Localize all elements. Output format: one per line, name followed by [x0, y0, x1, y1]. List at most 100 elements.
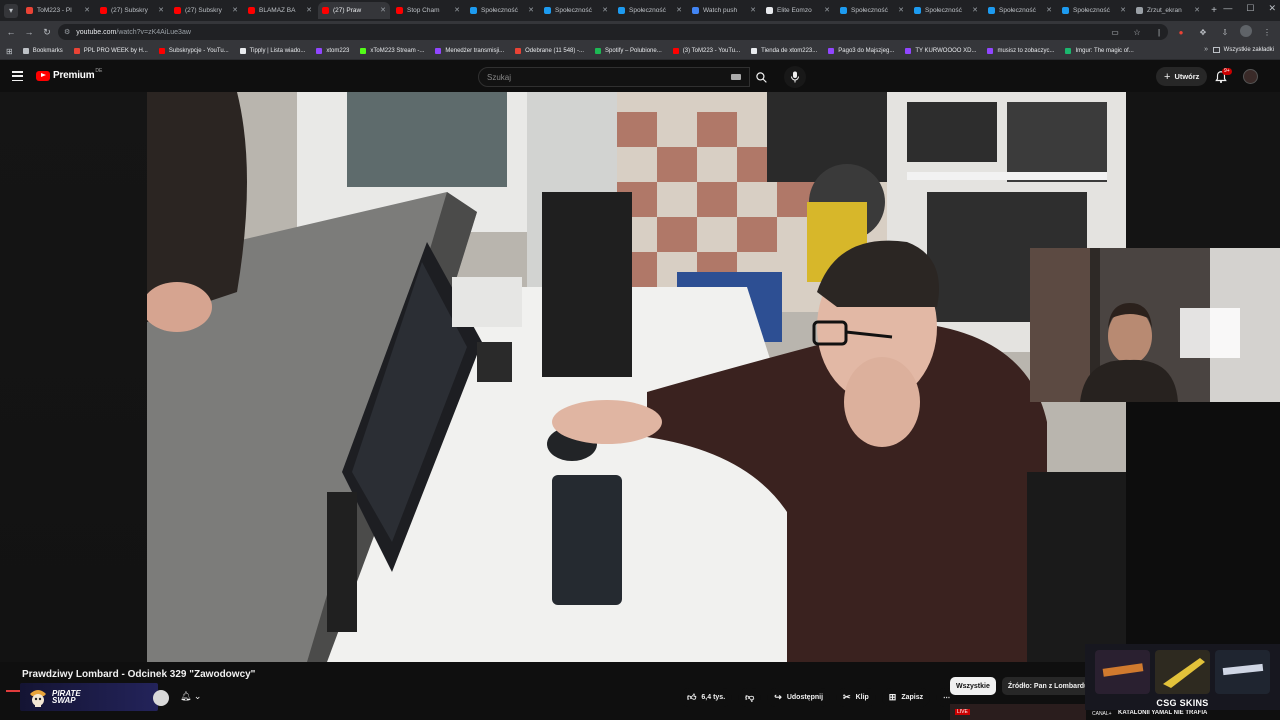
tab-close-icon[interactable]: ✕ — [750, 6, 756, 14]
bookmark-item[interactable]: xtom223 — [316, 48, 349, 54]
bookmark-item[interactable]: Menedżer transmisji... — [435, 48, 504, 54]
account-avatar[interactable] — [1243, 69, 1258, 84]
like-button[interactable]: 👍︎ 6,4 tys. — [680, 688, 733, 707]
browser-tab[interactable]: Społeczność ✕ — [1058, 2, 1130, 19]
bookmark-item[interactable]: (3) ToM223 - YouTu... — [672, 48, 740, 54]
close-window-icon[interactable]: ✕ — [1268, 3, 1276, 14]
forward-icon[interactable]: → — [20, 23, 38, 41]
tab-close-icon[interactable]: ✕ — [824, 6, 830, 14]
tab-close-icon[interactable]: ✕ — [676, 6, 682, 14]
bookmark-item[interactable]: Bookmarks — [22, 48, 63, 54]
keyboard-icon[interactable] — [731, 74, 741, 80]
bookmark-item[interactable]: TY KURWOOOO XD... — [905, 48, 976, 54]
save-label: Zapisz — [901, 694, 924, 701]
browser-tab[interactable]: Społeczność ✕ — [466, 2, 538, 19]
ambient-left — [0, 92, 147, 662]
browser-tab[interactable]: Watch push ✕ — [688, 2, 760, 19]
dislike-button[interactable]: 👎︎ — [738, 688, 762, 707]
browser-tab[interactable]: (27) Subskry ✕ — [96, 2, 168, 19]
site-info-icon[interactable]: ⚙ — [64, 28, 70, 36]
tab-close-icon[interactable]: ✕ — [898, 6, 904, 14]
tab-close-icon[interactable]: ✕ — [306, 6, 312, 14]
search-button[interactable] — [748, 67, 774, 87]
bookmark-item[interactable]: Subskrypcje - YouTu... — [158, 48, 229, 54]
pirate-skull-icon — [30, 690, 46, 707]
live-badge: LIVE — [955, 709, 970, 715]
tab-close-icon[interactable]: ✕ — [84, 6, 90, 14]
bookmark-item[interactable]: Imgur: The magic of... — [1065, 48, 1134, 54]
browser-tab[interactable]: ToM223 - Pl ✕ — [22, 2, 94, 19]
search-icon — [755, 71, 767, 83]
all-bookmarks-link[interactable]: Wszystkie zakładki — [1212, 47, 1274, 53]
bookmark-item[interactable]: Tipply | Lista wiado... — [239, 48, 305, 54]
youtube-play-icon — [36, 70, 50, 81]
tab-close-icon[interactable]: ✕ — [454, 6, 460, 14]
bookmark-item[interactable]: xToM223 Stream -... — [360, 48, 424, 54]
bookmark-star-icon[interactable]: ☆ — [1130, 25, 1144, 39]
browser-tab[interactable]: Zrzut_ekran ✕ — [1132, 2, 1204, 19]
cast-icon[interactable]: ▭ — [1108, 25, 1122, 39]
playlist-add-icon: ⊞ — [888, 692, 897, 702]
voice-search-button[interactable] — [784, 66, 806, 88]
bookmark-item[interactable]: Tienda de xtom223... — [751, 48, 817, 54]
bookmarks-overflow-icon[interactable]: » — [1204, 46, 1208, 53]
guide-menu-icon[interactable] — [12, 71, 23, 81]
bookmark-favicon-icon — [905, 48, 912, 54]
save-button[interactable]: ⊞ Zapisz — [881, 688, 931, 707]
related-video-title[interactable]: KATALONII YAMAL NIE TRAFIA — [1118, 710, 1207, 716]
bookmark-item[interactable]: Odebrane (11 548) -... — [515, 48, 584, 54]
new-tab-icon[interactable]: + — [1208, 5, 1220, 17]
search-input[interactable]: Szukaj — [478, 67, 750, 87]
browser-tab[interactable]: Stop Cham ✕ — [392, 2, 464, 19]
reload-icon[interactable]: ↻ — [38, 23, 56, 41]
tab-close-icon[interactable]: ✕ — [232, 6, 238, 14]
browser-tab[interactable]: (27) Subskry ✕ — [170, 2, 242, 19]
extensions-icon[interactable]: ✥ — [1196, 25, 1210, 39]
maximize-icon[interactable]: ☐ — [1246, 3, 1254, 14]
back-icon[interactable]: ← — [2, 23, 20, 41]
browser-menu-icon[interactable]: ⋮ — [1260, 25, 1274, 39]
tab-close-icon[interactable]: ✕ — [380, 6, 386, 14]
subscription-bell-icon[interactable]: 🔔︎ ⌄ — [180, 691, 201, 702]
browser-tab[interactable]: Społeczność ✕ — [836, 2, 908, 19]
tab-close-icon[interactable]: ✕ — [1046, 6, 1052, 14]
tab-close-icon[interactable]: ✕ — [528, 6, 534, 14]
browser-tab[interactable]: Społeczność ✕ — [910, 2, 982, 19]
profile-avatar[interactable] — [1240, 25, 1252, 37]
filter-chip[interactable]: Wszystkie — [950, 677, 996, 695]
filter-chip[interactable]: Źródło: Pan z Lombardu — [1001, 677, 1095, 695]
create-button[interactable]: + Utwórz — [1156, 67, 1208, 86]
related-video-thumbnail[interactable] — [950, 704, 1086, 720]
bookmark-item[interactable]: Spotify – Polubione... — [595, 48, 662, 54]
minimize-icon[interactable]: — — [1223, 3, 1232, 14]
browser-tab[interactable]: BLAMAZ BA ✕ — [244, 2, 316, 19]
tab-close-icon[interactable]: ✕ — [158, 6, 164, 14]
tab-close-icon[interactable]: ✕ — [1194, 6, 1200, 14]
clip-button[interactable]: ✂ Klip — [836, 688, 876, 707]
tab-close-icon[interactable]: ✕ — [602, 6, 608, 14]
browser-tab[interactable]: Elite Eomzo ✕ — [762, 2, 834, 19]
apps-icon[interactable]: ⊞ — [6, 47, 13, 56]
bookmark-favicon-icon — [987, 48, 994, 54]
browser-tab[interactable]: Społeczność ✕ — [540, 2, 612, 19]
record-extension-icon[interactable]: ● — [1174, 25, 1188, 39]
bookmark-item[interactable]: PPL PRO WEEK by H... — [73, 48, 148, 54]
video-frame — [147, 92, 1126, 662]
browser-tab[interactable]: (27) Praw ✕ — [318, 2, 390, 19]
tab-search-icon[interactable]: ▾ — [4, 3, 18, 18]
bookmark-item[interactable]: musisz to zobaczyc... — [987, 48, 1054, 54]
tab-close-icon[interactable]: ✕ — [1120, 6, 1126, 14]
subscribe-button[interactable] — [153, 690, 169, 706]
share-label: Udostępnij — [786, 694, 824, 701]
tab-close-icon[interactable]: ✕ — [972, 6, 978, 14]
browser-tab[interactable]: Społeczność ✕ — [614, 2, 686, 19]
share-button[interactable]: ↪ Udostępnij — [767, 688, 831, 707]
download-icon[interactable]: ⇩ — [1218, 25, 1232, 39]
bookmark-item[interactable]: Pago3 do Majszjeg... — [828, 48, 894, 54]
browser-tab[interactable]: Społeczność ✕ — [984, 2, 1056, 19]
tab-favicon-icon — [100, 7, 107, 14]
address-bar[interactable]: ⚙ youtube.com/watch?v=zK4AiLue3aw — [58, 24, 1168, 40]
video-player[interactable] — [147, 92, 1126, 662]
youtube-logo[interactable]: Premium DE — [36, 68, 102, 81]
sponsor-banner[interactable]: PIRATE SWAP — [20, 683, 158, 711]
